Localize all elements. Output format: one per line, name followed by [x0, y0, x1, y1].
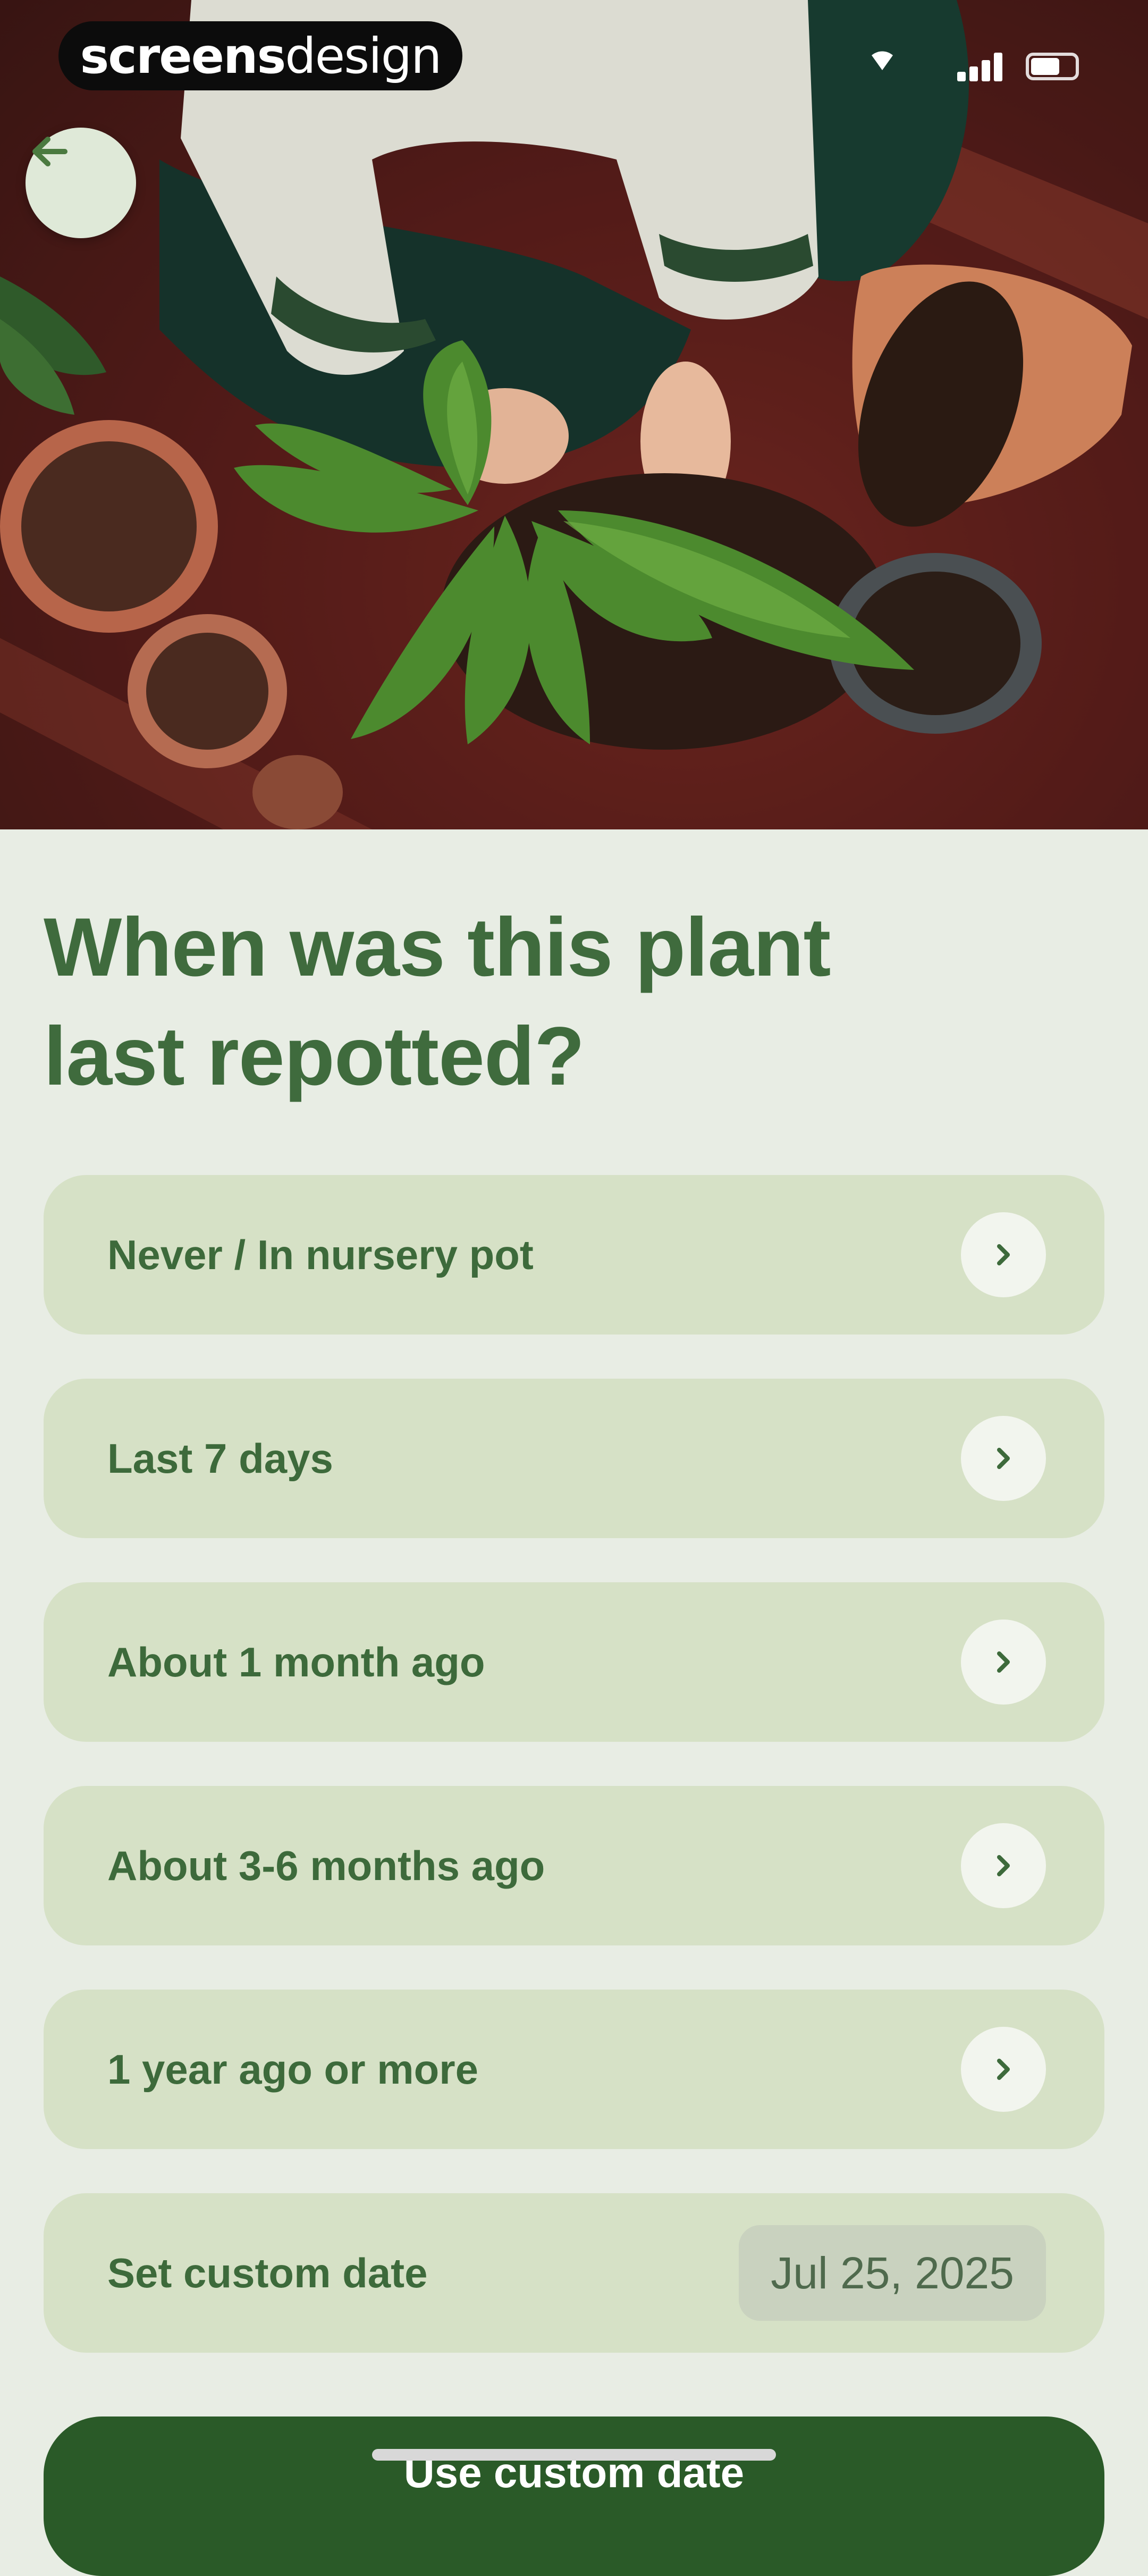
option-1-year[interactable]: 1 year ago or more [44, 1990, 1104, 2149]
custom-date-label: Set custom date [107, 2249, 428, 2296]
option-label: About 3-6 months ago [107, 1842, 545, 1889]
home-indicator [372, 2449, 776, 2461]
wifi-icon [872, 51, 893, 70]
hero-image: screens design [0, 0, 1148, 829]
option-3-6-months[interactable]: About 3-6 months ago [44, 1786, 1104, 1945]
title-line-1: When was this plant [44, 901, 831, 994]
page-title: When was this plant last repotted? [44, 893, 1053, 1111]
chevron-right-icon [961, 1620, 1046, 1705]
brand-watermark: screens design [58, 21, 462, 90]
status-bar-icons [866, 43, 1079, 90]
custom-date-row: Set custom date Jul 25, 2025 [44, 2193, 1104, 2353]
option-label: About 1 month ago [107, 1638, 485, 1685]
option-1-month[interactable]: About 1 month ago [44, 1582, 1104, 1742]
option-last-7-days[interactable]: Last 7 days [44, 1379, 1104, 1538]
chevron-right-icon [961, 1212, 1046, 1297]
option-label: 1 year ago or more [107, 2045, 478, 2093]
brand-text-light: design [285, 27, 442, 85]
primary-button-label: Use custom date [403, 2449, 745, 2496]
date-picker[interactable]: Jul 25, 2025 [739, 2225, 1046, 2321]
title-line-2: last repotted? [44, 1010, 585, 1103]
option-label: Never / In nursery pot [107, 1231, 534, 1278]
brand-text-bold: screens [80, 27, 286, 85]
chevron-right-icon [961, 1823, 1046, 1908]
signal-icon [957, 52, 1002, 81]
use-custom-date-button[interactable]: Use custom date [44, 2416, 1104, 2576]
plant-photo [0, 0, 1148, 829]
chevron-right-icon [961, 1416, 1046, 1501]
arrow-left-icon [32, 137, 67, 166]
option-never[interactable]: Never / In nursery pot [44, 1175, 1104, 1335]
back-button[interactable] [26, 128, 136, 238]
chevron-right-icon [961, 2027, 1046, 2112]
battery-icon [1026, 53, 1079, 80]
option-label: Last 7 days [107, 1434, 333, 1482]
